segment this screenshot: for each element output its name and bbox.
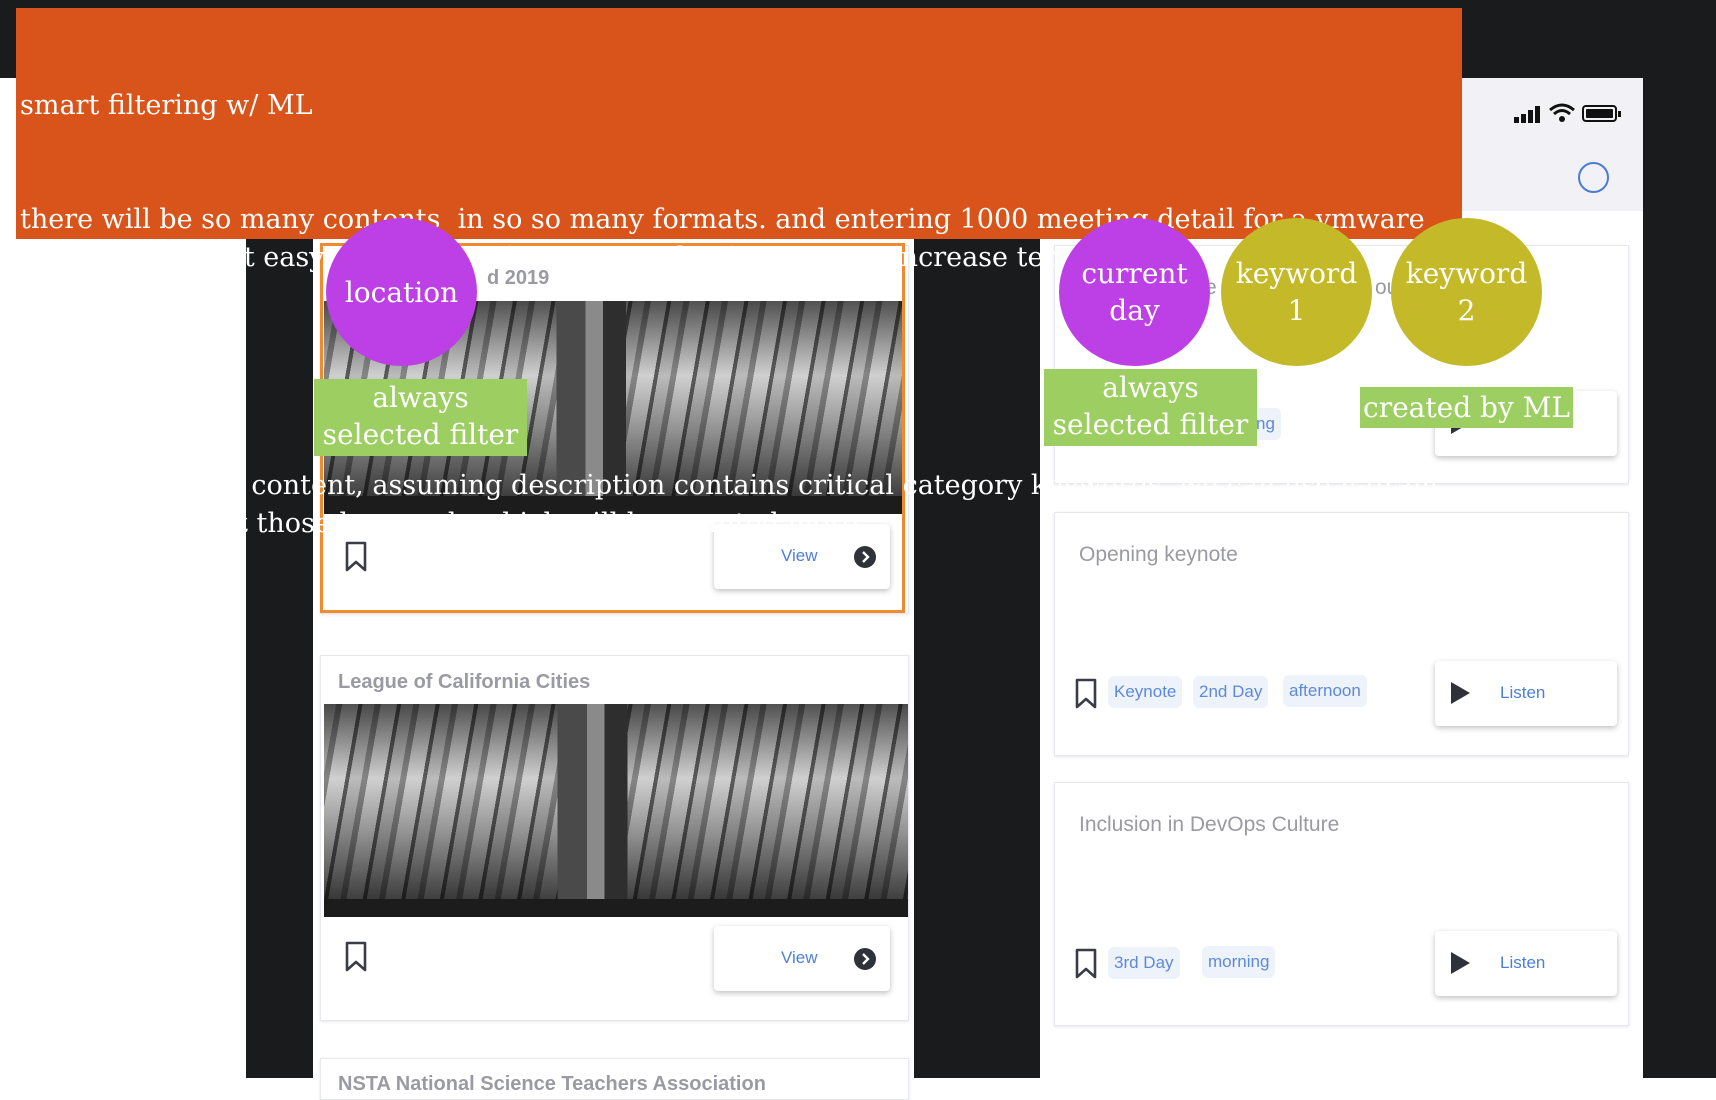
note-paragraph: with description content, assuming descr… — [20, 470, 1447, 539]
event-photo — [324, 704, 908, 917]
keyword-2-bubble: keyword 2 — [1391, 218, 1542, 366]
session-card: Inclusion in DevOps Culture 3rd Day morn… — [1054, 782, 1629, 1026]
listen-button[interactable]: Listen — [1435, 931, 1617, 996]
event-card: NSTA National Science Teachers Associati… — [320, 1058, 909, 1100]
bubble-line: 2 — [1457, 294, 1476, 327]
view-button-label: View — [781, 948, 818, 967]
current-day-bubble: current day — [1059, 218, 1210, 366]
label-line: always — [372, 381, 469, 414]
event-card: League of California Cities View — [320, 655, 909, 1021]
battery-icon — [1582, 104, 1622, 124]
listen-button-label: Listen — [1500, 953, 1546, 972]
card-title: League of California Cities — [338, 671, 591, 693]
label-line: always — [1102, 371, 1199, 404]
bubble-line: keyword — [1405, 257, 1528, 290]
annotation-note: smart filtering w/ ML there will be so m… — [16, 8, 1462, 539]
profile-circle-button[interactable] — [1578, 162, 1609, 193]
always-selected-filter-label: always selected filter — [314, 379, 527, 456]
tag-day[interactable]: 3rd Day — [1108, 947, 1180, 979]
tag-keynote[interactable]: Keynote — [1108, 676, 1183, 708]
created-by-ml-label: created by ML — [1360, 387, 1573, 428]
wifi-icon — [1548, 102, 1576, 124]
play-icon — [1449, 681, 1471, 705]
note-heading: smart filtering w/ ML — [20, 90, 313, 121]
right-dark-strip — [1643, 78, 1716, 1078]
listen-button[interactable]: Listen — [1435, 661, 1617, 726]
top-dark-band — [0, 0, 1716, 8]
view-button[interactable]: View — [714, 926, 890, 991]
label-line: selected filter — [322, 418, 519, 451]
bubble-line: day — [1109, 294, 1160, 327]
bubble-line: current — [1081, 257, 1188, 290]
bookmark-icon[interactable] — [344, 941, 368, 973]
play-icon — [1449, 951, 1471, 975]
chevron-right-icon — [854, 948, 876, 970]
tag-day[interactable]: 2nd Day — [1193, 676, 1269, 708]
card-title: NSTA National Science Teachers Associati… — [338, 1073, 766, 1095]
signal-icon — [1513, 104, 1543, 124]
tag-time[interactable]: morning — [1202, 946, 1276, 978]
location-bubble: location — [326, 218, 477, 366]
listen-button-label: Listen — [1500, 683, 1546, 702]
right-dark-band — [1462, 8, 1716, 78]
always-selected-filter-label: always selected filter — [1044, 369, 1257, 446]
card-title: Inclusion in DevOps Culture — [1079, 813, 1340, 836]
label-line: selected filter — [1052, 408, 1249, 441]
location-bubble-label: location — [344, 275, 459, 309]
left-dark-band — [0, 8, 16, 78]
bubble-line: keyword — [1235, 257, 1358, 290]
keyword-1-bubble: keyword 1 — [1221, 218, 1372, 366]
bookmark-icon[interactable] — [1074, 678, 1098, 710]
tag-time[interactable]: afternoon — [1283, 675, 1367, 707]
label-line: created by ML — [1363, 391, 1570, 424]
bookmark-icon[interactable] — [1074, 948, 1098, 980]
bubble-line: 1 — [1287, 294, 1306, 327]
